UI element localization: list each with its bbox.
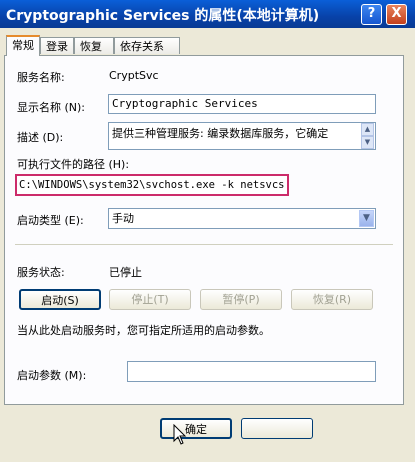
- status-value: 已停止: [109, 266, 142, 279]
- scroll-down-icon[interactable]: ▼: [361, 136, 374, 149]
- startup-type-label: 启动类型 (E):: [17, 214, 84, 227]
- help-button[interactable]: ?: [361, 4, 382, 25]
- display-name-field[interactable]: Cryptographic Services: [108, 94, 376, 114]
- service-name-label: 服务名称:: [17, 71, 65, 84]
- hint-text: 当从此处启动服务时，您可指定所适用的启动参数。: [17, 324, 270, 337]
- stop-button[interactable]: 停止(T): [109, 289, 191, 310]
- startup-type-select[interactable]: 手动 ▼: [108, 208, 376, 229]
- tab-general[interactable]: 常规: [6, 35, 40, 56]
- ok-button[interactable]: 确定: [160, 418, 232, 439]
- description-text: 提供三种管理服务: 编录数据库服务，它确定: [112, 127, 329, 140]
- general-tab-panel: 服务名称: CryptSvc 显示名称 (N): Cryptographic S…: [4, 55, 404, 405]
- mouse-cursor-icon: [173, 424, 187, 445]
- cancel-button[interactable]: [241, 418, 313, 439]
- close-button[interactable]: X: [386, 4, 407, 25]
- window-title: Cryptographic Services 的属性(本地计算机): [6, 8, 320, 24]
- startup-type-value: 手动: [112, 212, 134, 225]
- tab-recovery[interactable]: 恢复: [74, 37, 114, 54]
- tab-dependencies[interactable]: 依存关系: [114, 37, 180, 54]
- chevron-down-icon[interactable]: ▼: [359, 210, 374, 227]
- params-field[interactable]: [127, 361, 376, 382]
- exe-path-label: 可执行文件的路径 (H):: [17, 158, 130, 171]
- start-button[interactable]: 启动(S): [19, 289, 101, 310]
- params-label: 启动参数 (M):: [17, 369, 87, 382]
- tab-logon[interactable]: 登录: [40, 37, 74, 54]
- scroll-up-icon[interactable]: ▲: [361, 123, 374, 136]
- description-label: 描述 (D):: [17, 131, 64, 144]
- exe-path-field[interactable]: C:\WINDOWS\system32\svchost.exe -k netsv…: [15, 174, 289, 196]
- description-field[interactable]: 提供三种管理服务: 编录数据库服务，它确定 ▲ ▼: [108, 122, 376, 150]
- service-name-value: CryptSvc: [109, 69, 159, 82]
- status-label: 服务状态:: [17, 266, 65, 279]
- resume-button[interactable]: 恢复(R): [291, 289, 373, 310]
- pause-button[interactable]: 暂停(P): [200, 289, 282, 310]
- display-name-label: 显示名称 (N):: [17, 101, 86, 114]
- divider: [15, 244, 393, 245]
- title-bar: Cryptographic Services 的属性(本地计算机) ? X: [0, 0, 415, 28]
